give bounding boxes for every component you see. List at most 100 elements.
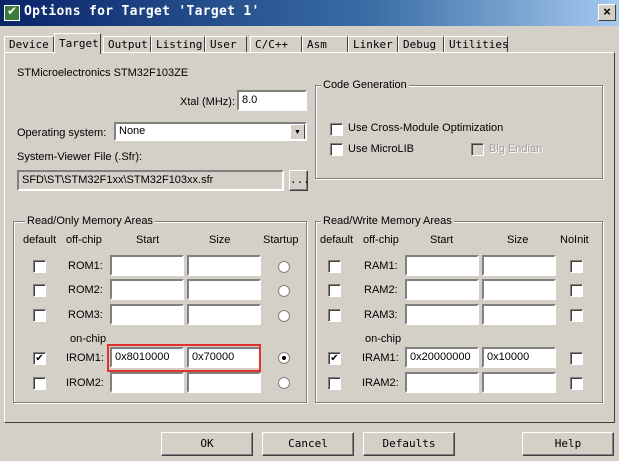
chevron-down-icon[interactable]: ▼ (290, 124, 305, 139)
ram3-default-checkbox[interactable] (328, 309, 341, 322)
rom1-startup-radio[interactable] (278, 261, 290, 273)
ram1-start-input[interactable] (405, 255, 479, 276)
iram1-start-input[interactable]: 0x20000000 (405, 347, 479, 368)
cross-module-checkbox[interactable] (330, 123, 343, 136)
irom2-startup-radio[interactable] (278, 377, 290, 389)
sfr-input[interactable]: SFD\ST\STM32F1xx\STM32F103xx.sfr (17, 170, 284, 191)
irom2-label: IROM2: (66, 377, 104, 389)
tab-output[interactable]: Output (103, 36, 151, 53)
irom1-label: IROM1: (66, 352, 104, 364)
tab-utilities[interactable]: Utilities (444, 36, 509, 53)
iram1-noinit-checkbox[interactable] (570, 352, 583, 365)
rom2-start-input[interactable] (110, 279, 184, 300)
rom2-startup-radio[interactable] (278, 285, 290, 297)
rom3-label: ROM3: (68, 309, 103, 321)
rom1-size-input[interactable] (187, 255, 261, 276)
iram2-noinit-checkbox[interactable] (570, 377, 583, 390)
readwrite-memory-title: Read/Write Memory Areas (321, 215, 454, 227)
iram2-default-checkbox[interactable] (328, 377, 341, 390)
ram1-default-checkbox[interactable] (328, 260, 341, 273)
tab-asm[interactable]: Asm (302, 36, 348, 53)
rom2-label: ROM2: (68, 284, 103, 296)
highlight-annotation-box (107, 344, 261, 372)
readonly-memory-title: Read/Only Memory Areas (25, 215, 155, 227)
rom2-default-checkbox[interactable] (33, 284, 46, 297)
big-endian-checkbox[interactable] (471, 143, 484, 156)
tab-c-cpp[interactable]: C/C++ (250, 36, 302, 53)
irom1-startup-radio[interactable] (278, 352, 290, 364)
irom2-start-input[interactable] (110, 372, 184, 393)
irom2-size-input[interactable] (187, 372, 261, 393)
device-name: STMicroelectronics STM32F103ZE (17, 67, 189, 79)
close-button[interactable]: × (598, 4, 616, 21)
os-label: Operating system: (17, 127, 107, 139)
rom3-startup-radio[interactable] (278, 310, 290, 322)
xtal-label: Xtal (MHz): (180, 96, 235, 108)
rw-header-noinit: NoInit (560, 234, 589, 246)
microlib-checkbox[interactable] (330, 143, 343, 156)
rom3-start-input[interactable] (110, 304, 184, 325)
ram3-size-input[interactable] (482, 304, 556, 325)
iram2-size-input[interactable] (482, 372, 556, 393)
iram2-start-input[interactable] (405, 372, 479, 393)
rw-header-offchip: off-chip (363, 234, 399, 246)
ram2-default-checkbox[interactable] (328, 284, 341, 297)
defaults-button[interactable]: Defaults (363, 432, 455, 456)
window-title: Options for Target 'Target 1' (24, 4, 260, 19)
os-select[interactable]: None ▼ (114, 122, 307, 141)
microlib-label: Use MicroLIB (348, 143, 415, 155)
ram1-size-input[interactable] (482, 255, 556, 276)
ram3-start-input[interactable] (405, 304, 479, 325)
tab-device[interactable]: Device (4, 36, 54, 53)
close-icon: × (603, 4, 611, 19)
target-panel: STMicroelectronics STM32F103ZE Xtal (MHz… (4, 52, 615, 423)
ram2-label: RAM2: (364, 284, 398, 296)
help-button[interactable]: Help (522, 432, 614, 456)
ro-header-offchip: off-chip (66, 234, 102, 246)
ram2-start-input[interactable] (405, 279, 479, 300)
tab-user[interactable]: User (205, 36, 247, 53)
rom1-start-input[interactable] (110, 255, 184, 276)
ok-button[interactable]: OK (161, 432, 253, 456)
iram1-default-checkbox[interactable]: ✔ (328, 352, 341, 365)
iram1-size-input[interactable]: 0x10000 (482, 347, 556, 368)
ram3-label: RAM3: (364, 309, 398, 321)
cancel-button[interactable]: Cancel (262, 432, 354, 456)
rom2-size-input[interactable] (187, 279, 261, 300)
xtal-input[interactable]: 8.0 (237, 90, 307, 111)
ram3-noinit-checkbox[interactable] (570, 309, 583, 322)
browse-button[interactable]: ... (289, 170, 310, 191)
irom2-default-checkbox[interactable] (33, 377, 46, 390)
tab-linker[interactable]: Linker (348, 36, 398, 53)
big-endian-label: Big Endian (489, 143, 543, 155)
ro-onchip-label: on-chip (70, 333, 107, 345)
title-bar: Options for Target 'Target 1' × (0, 0, 619, 26)
rw-header-default: default (320, 234, 354, 246)
rw-header-start: Start (430, 234, 454, 246)
rom3-size-input[interactable] (187, 304, 261, 325)
cross-module-label: Use Cross-Module Optimization (348, 122, 504, 134)
tab-target[interactable]: Target (54, 33, 101, 54)
ram1-noinit-checkbox[interactable] (570, 260, 583, 273)
ro-header-startup: Startup (263, 234, 299, 246)
iram2-label: IRAM2: (362, 377, 399, 389)
rw-header-size: Size (507, 234, 529, 246)
rw-onchip-label: on-chip (365, 333, 402, 345)
ro-header-default: default (23, 234, 57, 246)
rom3-default-checkbox[interactable] (33, 309, 46, 322)
ram2-noinit-checkbox[interactable] (570, 284, 583, 297)
sfr-label: System-Viewer File (.Sfr): (17, 151, 143, 163)
iram1-label: IRAM1: (362, 352, 399, 364)
ram2-size-input[interactable] (482, 279, 556, 300)
rom1-default-checkbox[interactable] (33, 260, 46, 273)
tab-listing[interactable]: Listing (151, 36, 205, 53)
ram1-label: RAM1: (364, 260, 398, 272)
os-select-value: None (119, 125, 146, 137)
code-generation-title: Code Generation (321, 79, 409, 91)
irom1-default-checkbox[interactable]: ✔ (33, 352, 46, 365)
app-icon (4, 4, 20, 21)
rom1-label: ROM1: (68, 260, 103, 272)
tab-debug[interactable]: Debug (398, 36, 444, 53)
ro-header-size: Size (209, 234, 231, 246)
ro-header-start: Start (136, 234, 160, 246)
